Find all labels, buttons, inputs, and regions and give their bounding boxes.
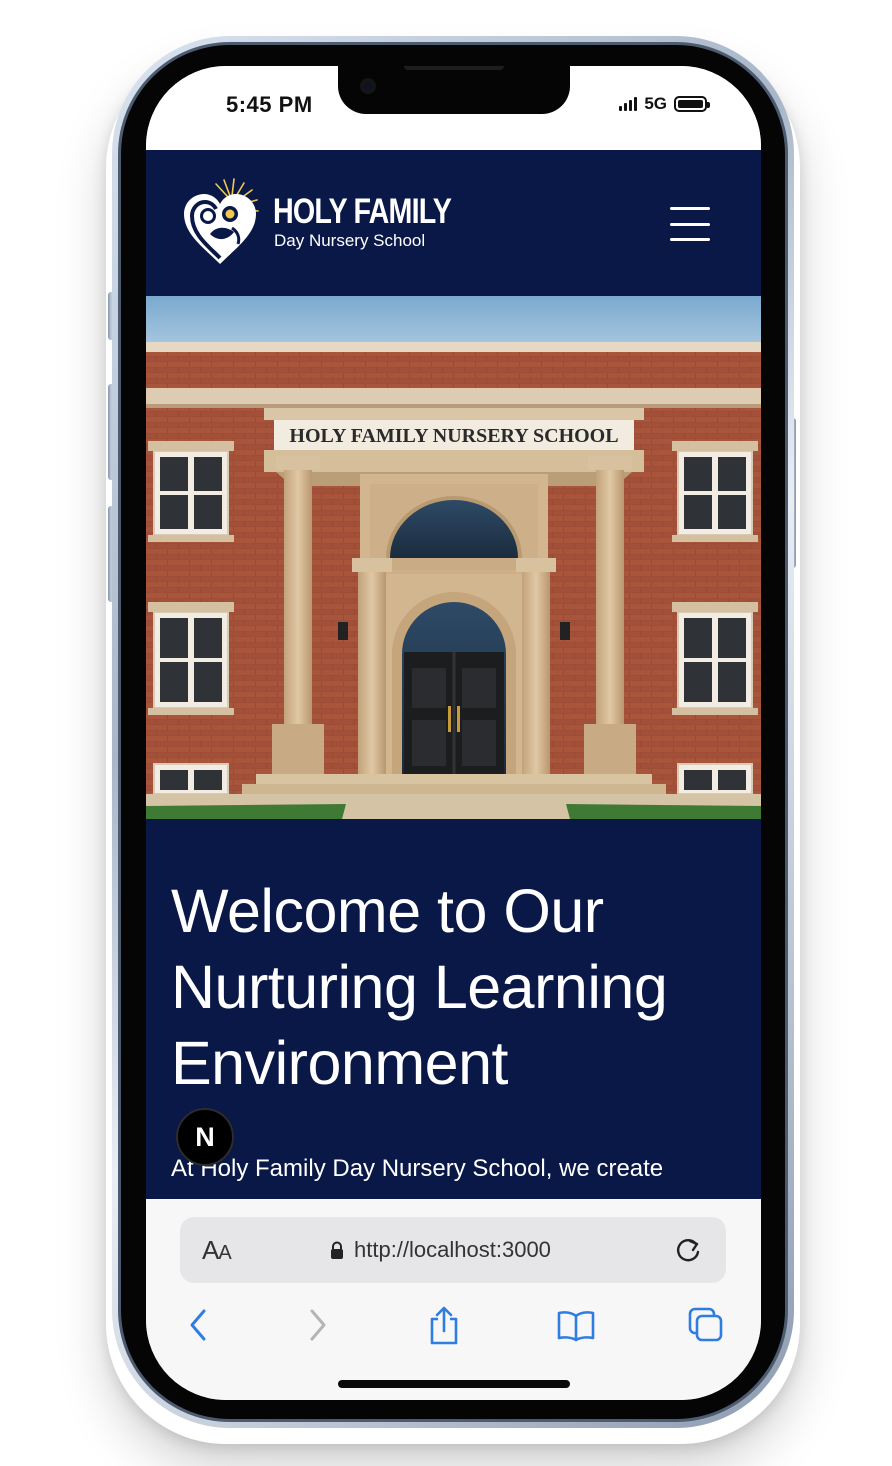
school-sign: HOLY FAMILY NURSERY SCHOOL [289, 425, 618, 447]
notch [338, 66, 570, 114]
device-mockup: 5:45 PM 5G HOLY FAMILY Day Nursery Schoo… [0, 0, 892, 1466]
url-display[interactable]: http://localhost:3000 [330, 1237, 551, 1263]
welcome-intro-text: At Holy Family Day Nursery School, we cr… [171, 1155, 664, 1182]
status-time: 5:45 PM [226, 92, 313, 117]
text-size-large-a: A [202, 1235, 219, 1265]
welcome-heading: Welcome to Our Nurturing Learning Enviro… [171, 877, 668, 1097]
phone-screen: 5:45 PM 5G HOLY FAMILY Day Nursery Schoo… [146, 66, 761, 1400]
network-label: 5G [644, 94, 667, 113]
home-indicator [338, 1380, 570, 1388]
url-text: http://localhost:3000 [354, 1237, 551, 1262]
back-button[interactable] [176, 1303, 220, 1347]
logo-title[interactable]: HOLY FAMILY [273, 194, 452, 229]
site-header: HOLY FAMILY Day Nursery School [146, 150, 761, 296]
heart-logo-icon[interactable] [180, 178, 260, 270]
front-camera [360, 78, 376, 94]
bookmarks-button[interactable] [554, 1303, 598, 1347]
battery-icon [674, 96, 710, 112]
speaker-grille [404, 66, 504, 70]
bookmarks-icon [557, 1311, 595, 1342]
share-icon [430, 1306, 458, 1345]
text-size-button[interactable]: AA [202, 1235, 232, 1266]
signal-icon [619, 97, 638, 111]
share-button[interactable] [422, 1303, 466, 1347]
text-size-small-a: A [218, 1242, 231, 1264]
hamburger-menu-icon[interactable] [670, 206, 712, 242]
browser-toolbar [146, 1299, 761, 1359]
logo-subtitle: Day Nursery School [274, 231, 426, 250]
nextjs-dev-indicator[interactable]: N [176, 1108, 234, 1166]
forward-icon [310, 1309, 326, 1341]
browser-bottom-bar: AA http://localhost:3000 [146, 1199, 761, 1400]
lock-icon [331, 1241, 343, 1259]
tabs-icon [688, 1307, 723, 1342]
school-building-image: HOLY FAMILY NURSERY SCHOOL [146, 296, 761, 819]
tabs-button[interactable] [684, 1303, 728, 1347]
address-bar[interactable]: AA http://localhost:3000 [180, 1217, 726, 1283]
reload-icon[interactable] [674, 1235, 704, 1265]
forward-button[interactable] [296, 1303, 340, 1347]
welcome-section: Welcome to Our Nurturing Learning Enviro… [146, 819, 761, 1199]
status-indicators: 5G [619, 94, 710, 114]
back-icon [190, 1309, 206, 1341]
